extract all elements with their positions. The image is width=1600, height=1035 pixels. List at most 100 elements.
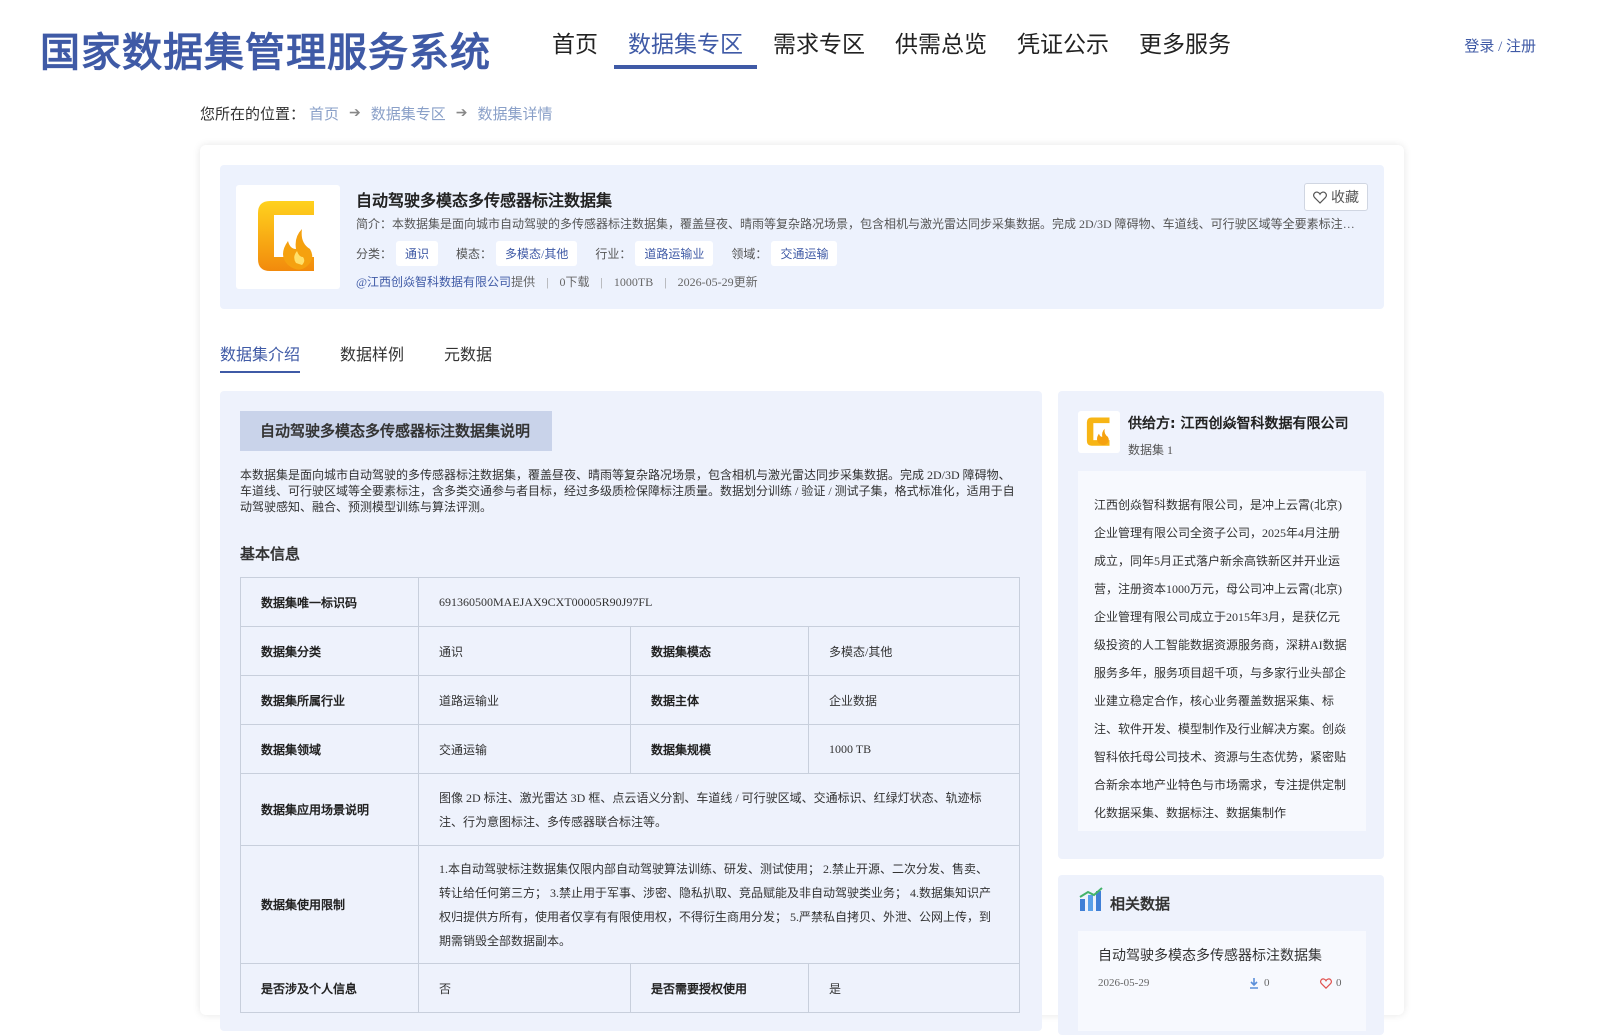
breadcrumb-datasets[interactable]: 数据集专区 xyxy=(371,103,446,124)
table-value: 1.本自动驾驶标注数据集仅限内部自动驾驶算法训练、研发、测试使用； 2.禁止开源… xyxy=(418,845,1020,964)
dataset-logo xyxy=(236,185,340,289)
breadcrumb-home[interactable]: 首页 xyxy=(309,103,339,124)
table-key: 数据集领域 xyxy=(240,724,419,774)
login-register-link[interactable]: 登录 / 注册 xyxy=(1464,35,1536,56)
table-key: 是否涉及个人信息 xyxy=(240,963,419,1013)
breadcrumb-detail: 数据集详情 xyxy=(477,107,553,123)
table-key: 数据集规模 xyxy=(630,724,809,774)
table-value: 企业数据 xyxy=(808,675,1020,725)
supplier-logo xyxy=(1078,411,1120,453)
dataset-intro: 简介：本数据集是面向城市自动驾驶的多传感器标注数据集，覆盖昼夜、晴雨等复杂路况场… xyxy=(356,217,1361,231)
main-nav: 首页 数据集专区 需求专区 供需总览 凭证公示 更多服务 xyxy=(538,28,1247,69)
introduction-panel: 自动驾驶多模态多传感器标注数据集说明 本数据集是面向城市自动驾驶的多传感器标注数… xyxy=(220,391,1042,1031)
arrow-right-icon: ➔ xyxy=(349,106,361,121)
table-row: 数据集应用场景说明 图像 2D 标注、激光雷达 3D 框、点云语义分割、车道线 … xyxy=(240,773,1020,846)
table-key: 数据集模态 xyxy=(630,626,809,676)
tag-industry[interactable]: 道路运输业 xyxy=(635,241,714,266)
nav-overview[interactable]: 供需总览 xyxy=(881,28,1001,68)
provider-link[interactable]: @江西创焱智科数据有限公司 xyxy=(356,275,511,289)
tag-key-domain: 领域： xyxy=(731,247,768,261)
related-item-favorites: 0 xyxy=(1320,977,1342,989)
tab-metadata[interactable]: 元数据 xyxy=(444,341,492,373)
nav-certificates[interactable]: 凭证公示 xyxy=(1003,28,1123,68)
table-key: 数据集使用限制 xyxy=(240,845,419,964)
tag-key-industry: 行业： xyxy=(595,247,632,261)
table-value: 道路运输业 xyxy=(418,675,631,725)
tab-samples[interactable]: 数据样例 xyxy=(340,341,404,373)
tag-key-category: 分类： xyxy=(356,247,393,261)
download-count: 0 xyxy=(1264,977,1270,989)
table-row: 数据集所属行业 道路运输业 数据主体 企业数据 xyxy=(240,675,1020,725)
related-title: 相关数据 xyxy=(1110,895,1171,913)
separator: | xyxy=(546,275,549,289)
detail-card: 自动驾驶多模态多传感器标注数据集 收藏 简介：本数据集是面向城市自动驾驶的多传感… xyxy=(200,145,1404,1035)
separator: | xyxy=(600,275,603,289)
tag-category[interactable]: 通识 xyxy=(396,241,439,266)
site-title[interactable]: 国家数据集管理服务系统 xyxy=(40,20,491,78)
related-data-card: 相关数据 自动驾驶多模态多传感器标注数据集 2026-05-29 0 0 xyxy=(1058,875,1384,1035)
detail-tabs: 数据集介绍 数据样例 元数据 xyxy=(220,341,532,373)
provider-line: @江西创焱智科数据有限公司提供 | 0下载 | 1000TB | 2026-05… xyxy=(356,273,758,290)
related-item-date: 2026-05-29 xyxy=(1098,977,1150,989)
arrow-right-icon: ➔ xyxy=(455,106,468,121)
favorite-button[interactable]: 收藏 xyxy=(1304,183,1368,211)
dataset-title: 自动驾驶多模态多传感器标注数据集 xyxy=(356,191,613,210)
flame-logo-icon xyxy=(1086,417,1110,446)
header: 国家数据集管理服务系统 首页 数据集专区 需求专区 供需总览 凭证公示 更多服务… xyxy=(0,0,1600,90)
table-value: 多模态/其他 xyxy=(808,626,1020,676)
flame-logo-icon xyxy=(258,201,314,271)
dataset-size: 1000TB xyxy=(613,275,654,289)
separator: | xyxy=(664,275,667,289)
supplier-dataset-count: 数据集 1 xyxy=(1128,443,1174,457)
supplier-name[interactable]: 供给方: 江西创焱智科数据有限公司 xyxy=(1128,413,1348,433)
related-item[interactable]: 自动驾驶多模态多传感器标注数据集 2026-05-29 0 0 xyxy=(1078,931,1366,1031)
nav-home[interactable]: 首页 xyxy=(538,28,612,68)
provider-suffix: 提供 xyxy=(511,275,536,289)
table-value: 1000 TB xyxy=(808,724,1020,774)
related-item-title[interactable]: 自动驾驶多模态多传感器标注数据集 xyxy=(1098,945,1322,965)
download-count: 0下载 xyxy=(559,275,590,289)
table-value: 通识 xyxy=(418,626,631,676)
related-item-downloads: 0 xyxy=(1248,977,1270,989)
table-key: 数据主体 xyxy=(630,675,809,725)
dataset-description: 本数据集是面向城市自动驾驶的多传感器标注数据集，覆盖昼夜、晴雨等复杂路况场景，包… xyxy=(240,468,1015,514)
table-row: 数据集唯一标识码 691360500MAEJAX9CXT00005R90J97F… xyxy=(240,577,1020,627)
table-key: 数据集应用场景说明 xyxy=(240,773,419,846)
table-key: 数据集所属行业 xyxy=(240,675,419,725)
nav-demand[interactable]: 需求专区 xyxy=(759,28,879,68)
bar-chart-icon xyxy=(1079,887,1103,911)
table-key: 数据集唯一标识码 xyxy=(240,577,419,627)
update-date: 2026-05-29更新 xyxy=(677,275,758,289)
tag-modality[interactable]: 多模态/其他 xyxy=(496,241,578,266)
tag-key-modality: 模态： xyxy=(456,247,493,261)
table-key: 数据集分类 xyxy=(240,626,419,676)
download-icon xyxy=(1250,978,1258,989)
table-value: 是 xyxy=(808,963,1020,1013)
table-value: 图像 2D 标注、激光雷达 3D 框、点云语义分割、车道线 / 可行驶区域、交通… xyxy=(418,773,1020,846)
tab-introduction[interactable]: 数据集介绍 xyxy=(220,341,301,373)
table-row: 是否涉及个人信息 否 是否需要授权使用 是 xyxy=(240,963,1020,1013)
table-value: 否 xyxy=(418,963,631,1013)
favorite-label: 收藏 xyxy=(1331,191,1359,206)
heart-icon xyxy=(1313,190,1327,204)
table-key: 是否需要授权使用 xyxy=(630,963,809,1013)
table-row: 数据集使用限制 1.本自动驾驶标注数据集仅限内部自动驾驶算法训练、研发、测试使用… xyxy=(240,845,1020,964)
table-value: 交通运输 xyxy=(418,724,631,774)
basic-info-title: 基本信息 xyxy=(240,545,301,563)
table-row: 数据集分类 通识 数据集模态 多模态/其他 xyxy=(240,626,1020,676)
breadcrumb-prefix: 您所在的位置： xyxy=(200,107,306,123)
basic-info-table: 数据集唯一标识码 691360500MAEJAX9CXT00005R90J97F… xyxy=(240,577,1020,1013)
section-title: 自动驾驶多模态多传感器标注数据集说明 xyxy=(240,411,552,451)
tag-domain[interactable]: 交通运输 xyxy=(771,241,838,266)
supplier-description: 江西创焱智科数据有限公司，是冲上云霄(北京)企业管理有限公司全资子公司，2025… xyxy=(1078,471,1366,831)
table-value: 691360500MAEJAX9CXT00005R90J97FL xyxy=(418,577,1020,627)
nav-datasets[interactable]: 数据集专区 xyxy=(614,28,757,69)
table-row: 数据集领域 交通运输 数据集规模 1000 TB xyxy=(240,724,1020,774)
favorite-count: 0 xyxy=(1336,977,1342,989)
dataset-header: 自动驾驶多模态多传感器标注数据集 收藏 简介：本数据集是面向城市自动驾驶的多传感… xyxy=(220,165,1384,309)
nav-more-services[interactable]: 更多服务 xyxy=(1125,28,1245,68)
supplier-card: 供给方: 江西创焱智科数据有限公司 数据集 1 江西创焱智科数据有限公司，是冲上… xyxy=(1058,391,1384,859)
heart-icon xyxy=(1320,977,1332,989)
breadcrumb: 您所在的位置： 首页 ➔ 数据集专区 ➔ 数据集详情 xyxy=(200,103,557,124)
dataset-tags: 分类： 通识 模态： 多模态/其他 行业： 道路运输业 领域： 交通运输 xyxy=(356,241,855,266)
